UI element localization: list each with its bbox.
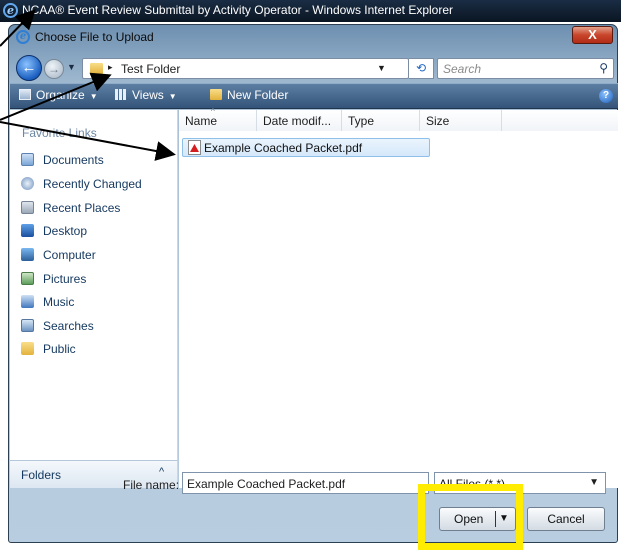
ie-title-bar: e NCAA® Event Review Submittal by Activi…: [0, 0, 621, 22]
address-text: Test Folder: [121, 62, 181, 76]
column-header-size[interactable]: Size: [420, 110, 502, 131]
sidebar-item-public[interactable]: Public: [21, 342, 76, 362]
column-header-type[interactable]: Type: [342, 110, 420, 131]
file-name-value: Example Coached Packet.pdf: [187, 477, 346, 491]
ie-window-title: NCAA® Event Review Submittal by Activity…: [22, 3, 453, 17]
computer-icon: [21, 248, 34, 261]
highlight-box: [418, 484, 523, 550]
forward-button[interactable]: →: [44, 59, 64, 79]
help-icon[interactable]: ?: [599, 89, 613, 103]
dialog-title: Choose File to Upload: [35, 30, 154, 44]
views-icon: [115, 89, 127, 100]
sidebar-item-label: Searches: [43, 319, 94, 333]
file-upload-dialog: e Choose File to Upload X ← → ▼ ▸ Test F…: [8, 24, 618, 543]
address-bar[interactable]: ▸ Test Folder ▼: [82, 58, 409, 79]
searches-icon: [21, 319, 34, 332]
folders-label: Folders: [21, 468, 62, 482]
search-input[interactable]: Search ⚲: [437, 58, 614, 79]
recent-places-icon: [21, 201, 34, 214]
music-icon: [21, 295, 34, 308]
sidebar-item-label: Recently Changed: [43, 177, 142, 191]
new-folder-icon: [210, 89, 222, 100]
sidebar-item-computer[interactable]: Computer: [21, 248, 96, 268]
cancel-button[interactable]: Cancel: [527, 507, 605, 531]
chevron-down-icon: ▼: [168, 92, 177, 101]
sidebar-item-label: Documents: [43, 153, 104, 167]
pictures-icon: [21, 272, 34, 285]
documents-icon: [21, 153, 34, 166]
history-dropdown-icon[interactable]: ▼: [67, 62, 76, 72]
organize-label: Organize: [36, 88, 85, 102]
file-list: ^ Name Date modif... Type Size Example C…: [179, 107, 618, 488]
sidebar-item-pictures[interactable]: Pictures: [21, 272, 86, 292]
favorite-links-pane: Favorite Links Documents Recently Change…: [10, 110, 178, 460]
sidebar-item-recent-places[interactable]: Recent Places: [21, 201, 120, 221]
sidebar-item-searches[interactable]: Searches: [21, 319, 94, 339]
new-folder-button[interactable]: New Folder: [210, 88, 288, 102]
sort-caret-icon: ^: [211, 107, 215, 116]
refresh-button[interactable]: ⟲: [409, 58, 434, 79]
toolbar: Organize ▼ Views ▼ New Folder ?: [10, 83, 618, 109]
close-button[interactable]: X: [572, 26, 613, 44]
ie-logo-icon: e: [3, 3, 18, 18]
chevron-down-icon: ▼: [89, 92, 98, 101]
column-label: Type: [348, 114, 375, 128]
sidebar-item-label: Computer: [43, 248, 96, 262]
organize-menu[interactable]: Organize ▼: [19, 88, 98, 102]
sidebar-item-recently-changed[interactable]: Recently Changed: [21, 177, 142, 197]
column-label: Date modif...: [263, 114, 332, 128]
chevron-up-icon: ^: [159, 466, 165, 478]
breadcrumb-arrow-icon[interactable]: ▸: [108, 62, 113, 73]
address-dropdown-icon[interactable]: ▼: [377, 63, 386, 73]
back-button[interactable]: ←: [16, 55, 42, 81]
dialog-ie-icon: e: [16, 30, 30, 44]
recently-changed-icon: [21, 177, 34, 190]
new-folder-label: New Folder: [227, 88, 289, 102]
column-header-date-modified[interactable]: Date modif...: [257, 110, 342, 131]
favorite-links-heading: Favorite Links: [22, 126, 97, 140]
sidebar-item-label: Pictures: [43, 272, 87, 286]
sidebar-item-label: Public: [43, 342, 76, 356]
search-placeholder: Search: [443, 62, 482, 76]
sidebar-item-label: Recent Places: [43, 201, 121, 215]
column-header-empty: [502, 110, 618, 131]
sidebar-item-music[interactable]: Music: [21, 295, 74, 315]
file-name: Example Coached Packet.pdf: [204, 141, 363, 155]
column-header-name[interactable]: ^ Name: [179, 107, 257, 131]
file-name-field[interactable]: Example Coached Packet.pdf: [182, 472, 429, 494]
pdf-icon: [188, 140, 201, 155]
views-menu[interactable]: Views ▼: [115, 88, 177, 102]
folder-icon: [90, 63, 103, 74]
desktop-icon: [21, 224, 34, 237]
sidebar-item-label: Music: [43, 295, 75, 309]
file-row-example-coached-packet[interactable]: Example Coached Packet.pdf: [182, 138, 430, 157]
organize-icon: [19, 89, 31, 100]
search-icon[interactable]: ⚲: [599, 61, 608, 75]
sidebar-item-desktop[interactable]: Desktop: [21, 224, 87, 244]
column-label: Name: [185, 114, 218, 128]
file-name-label: File name:: [123, 478, 180, 492]
chevron-down-icon: ▼: [589, 477, 599, 488]
public-folder-icon: [21, 342, 34, 355]
views-label: Views: [132, 88, 164, 102]
column-label: Size: [426, 114, 450, 128]
sidebar-item-documents[interactable]: Documents: [21, 153, 104, 173]
sidebar-item-label: Desktop: [43, 224, 88, 238]
